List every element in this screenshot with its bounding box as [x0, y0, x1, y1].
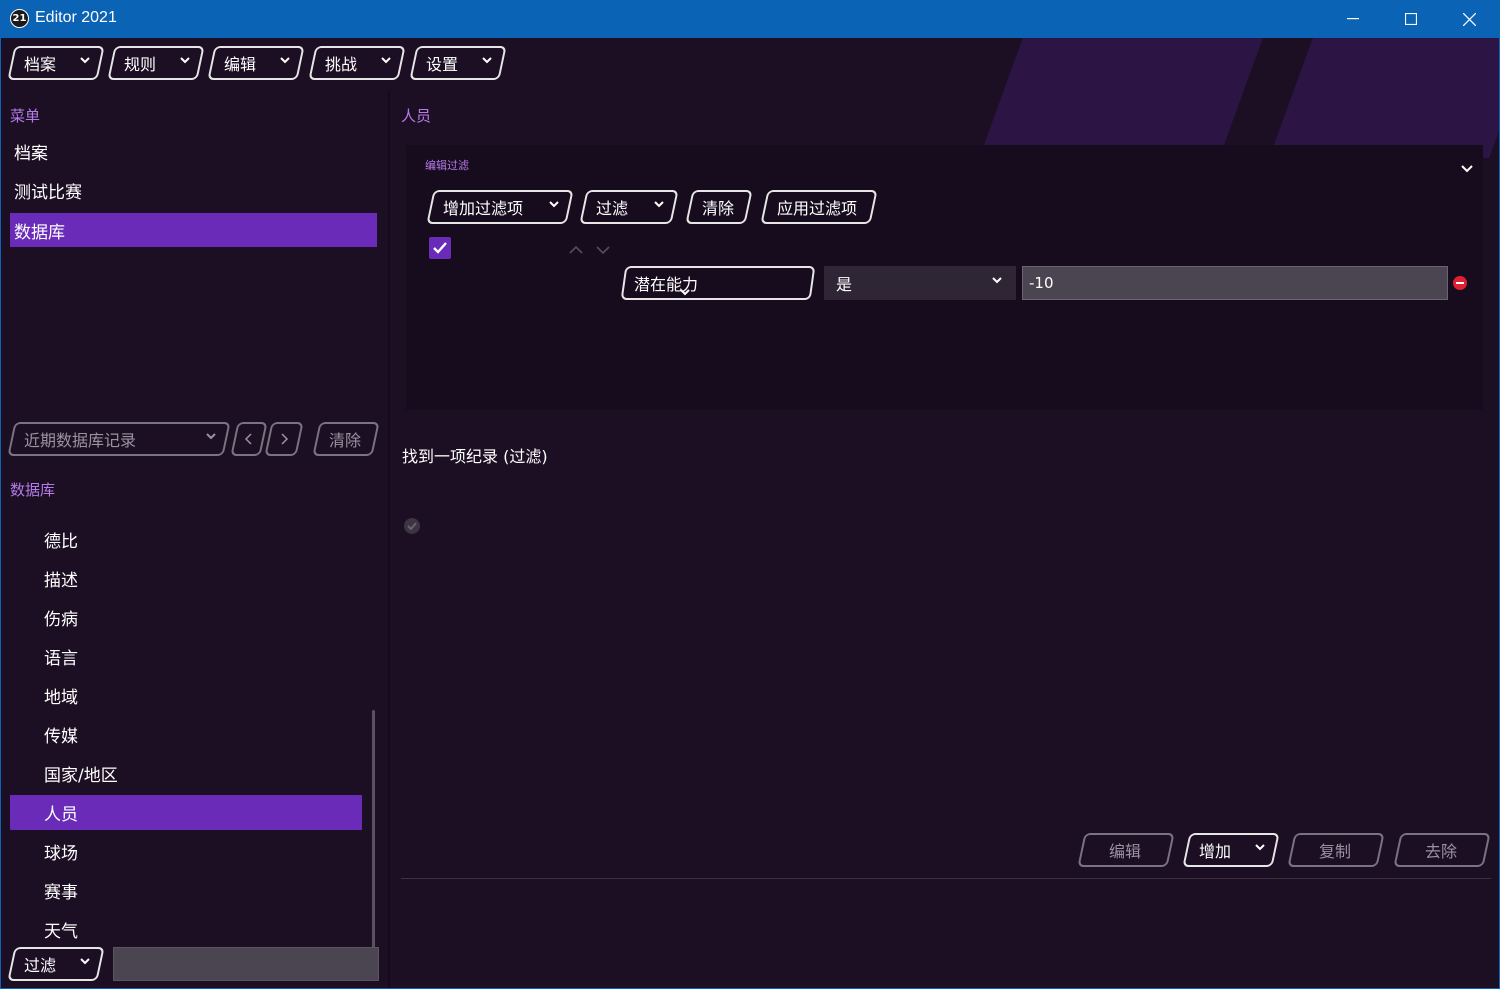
- add-record-button[interactable]: 增加: [1183, 833, 1279, 867]
- chevron-down-icon: [180, 55, 190, 65]
- chevron-down-icon: [1255, 842, 1265, 852]
- move-up-icon[interactable]: [569, 240, 583, 259]
- filter-type-button[interactable]: 过滤: [580, 190, 678, 224]
- add-filter-button[interactable]: 增加过滤项: [427, 190, 573, 224]
- title-bar: 21 Editor 2021: [0, 0, 1500, 38]
- menu-section-label: 菜单: [10, 107, 41, 125]
- chevron-down-icon: [80, 956, 90, 966]
- apply-filter-button[interactable]: 应用过滤项: [761, 190, 877, 224]
- app-logo-icon: 21: [10, 9, 29, 28]
- close-icon: [1462, 12, 1476, 26]
- edit-filter-label: 编辑过滤: [425, 159, 469, 172]
- minimize-icon: [1347, 18, 1359, 20]
- window-title: Editor 2021: [35, 9, 117, 26]
- chevron-down-icon: [549, 199, 559, 209]
- db-item-languages[interactable]: 语言: [10, 639, 362, 674]
- rule-enabled-checkbox[interactable]: [429, 237, 451, 259]
- copy-record-button[interactable]: 复制: [1288, 833, 1384, 867]
- checkmark-icon: [433, 242, 447, 254]
- rule-operator-select[interactable]: 是: [824, 266, 1016, 300]
- db-item-injuries[interactable]: 伤病: [10, 600, 362, 635]
- edit-filter-panel: 编辑过滤 增加过滤项 过滤 清除 应用过滤项 潜在能力 是 -10: [406, 145, 1483, 410]
- result-count-text: 找到一项纪录 (过滤): [402, 447, 548, 466]
- chevron-down-icon: [206, 431, 216, 441]
- chevron-down-icon: [680, 287, 690, 297]
- history-forward-button[interactable]: [265, 422, 303, 456]
- close-button[interactable]: [1440, 0, 1498, 38]
- history-back-button[interactable]: [231, 422, 267, 456]
- chevron-down-icon: [80, 55, 90, 65]
- db-item-derby[interactable]: 德比: [10, 522, 362, 557]
- maximize-button[interactable]: [1382, 0, 1440, 38]
- toolbar-edit-menu[interactable]: 编辑: [208, 46, 304, 80]
- remove-record-button[interactable]: 去除: [1394, 833, 1490, 867]
- content-bottom-divider: [401, 878, 1491, 879]
- toolbar-challenge-menu[interactable]: 挑战: [309, 46, 405, 80]
- db-item-regions[interactable]: 地域: [10, 678, 362, 713]
- rule-field-select[interactable]: 潜在能力: [621, 266, 815, 300]
- remove-rule-icon[interactable]: [1452, 275, 1468, 295]
- db-item-people[interactable]: 人员: [10, 795, 362, 830]
- toolbar-file-menu[interactable]: 档案: [8, 46, 104, 80]
- filter-dropdown[interactable]: 过滤: [8, 947, 104, 981]
- db-item-weather[interactable]: 天气: [10, 912, 362, 947]
- rule-value-input[interactable]: -10: [1022, 266, 1448, 300]
- recent-records-dropdown[interactable]: 近期数据库记录: [8, 422, 230, 456]
- chevron-left-icon: [244, 433, 252, 445]
- chevron-down-icon: [654, 199, 664, 209]
- collapse-panel-icon[interactable]: [1461, 158, 1473, 177]
- background-decoration: [979, 38, 1263, 158]
- main-area: 档案 规则 编辑 挑战 设置 菜单 档案 测试比赛 数据库 近期数据库记录 清除…: [0, 38, 1500, 989]
- move-down-icon[interactable]: [596, 240, 610, 259]
- record-check-icon[interactable]: [403, 517, 421, 539]
- chevron-down-icon: [280, 55, 290, 65]
- background-decoration: [1269, 38, 1499, 158]
- clear-filter-button[interactable]: 清除: [686, 190, 752, 224]
- database-section-label: 数据库: [10, 481, 56, 499]
- page-title: 人员: [401, 107, 432, 125]
- minimize-button[interactable]: [1324, 0, 1382, 38]
- chevron-down-icon: [381, 55, 391, 65]
- db-item-competitions[interactable]: 赛事: [10, 873, 362, 908]
- menu-item-test-match[interactable]: 测试比赛: [10, 173, 377, 207]
- chevron-down-icon: [482, 55, 492, 65]
- toolbar-rules-menu[interactable]: 规则: [108, 46, 204, 80]
- db-item-media[interactable]: 传媒: [10, 717, 362, 752]
- db-item-description[interactable]: 描述: [10, 561, 362, 596]
- sidebar-filter-input[interactable]: [113, 947, 379, 981]
- sidebar-scrollbar[interactable]: [372, 710, 375, 970]
- maximize-icon: [1405, 13, 1417, 25]
- chevron-down-icon: [992, 275, 1002, 285]
- panel-divider: [388, 90, 390, 988]
- edit-record-button[interactable]: 编辑: [1078, 833, 1174, 867]
- clear-history-button[interactable]: 清除: [313, 422, 379, 456]
- menu-item-file[interactable]: 档案: [10, 134, 377, 168]
- menu-item-database[interactable]: 数据库: [10, 213, 377, 247]
- toolbar-settings-menu[interactable]: 设置: [410, 46, 506, 80]
- db-item-nations[interactable]: 国家/地区: [10, 756, 362, 791]
- chevron-right-icon: [281, 433, 289, 445]
- db-item-stadiums[interactable]: 球场: [10, 834, 362, 869]
